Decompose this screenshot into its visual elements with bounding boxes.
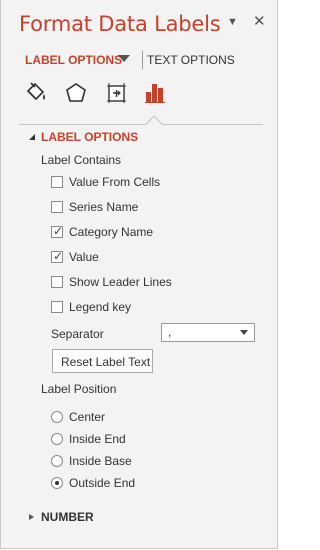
format-data-labels-pane: Format Data Labels ▼ ✕ LABEL OPTIONS TEX…	[0, 0, 278, 549]
checkbox-label: Category Name	[69, 225, 154, 239]
active-tab-pointer	[145, 115, 163, 133]
checkbox-box[interactable]: ✓	[51, 224, 64, 238]
label-position-heading: Label Position	[41, 382, 117, 396]
options-tabs: LABEL OPTIONS TEXT OPTIONS	[1, 50, 279, 72]
tab-dropdown-icon[interactable]	[118, 55, 130, 62]
radio-circle[interactable]	[51, 433, 63, 445]
size-properties-icon[interactable]	[104, 80, 130, 106]
radio-label: Center	[69, 410, 106, 424]
reset-label-text-button[interactable]: Reset Label Text	[52, 349, 153, 373]
radio-label: Inside End	[69, 432, 126, 446]
checkbox-label: Legend key	[69, 300, 132, 314]
icon-tabs-divider	[19, 124, 263, 125]
checkbox-value-from-cells[interactable]: Value From Cells	[51, 175, 261, 193]
pane-title: Format Data Labels	[19, 12, 221, 36]
radio-inside-end[interactable]: Inside End	[51, 432, 261, 450]
checkbox-show-leader-lines[interactable]: Show Leader Lines	[51, 275, 261, 293]
checkbox-series-name[interactable]: Series Name	[51, 200, 261, 218]
close-icon[interactable]: ✕	[253, 12, 266, 30]
icon-tabs	[1, 80, 279, 110]
separator-value: ,	[168, 325, 172, 339]
tab-label-options[interactable]: LABEL OPTIONS	[25, 53, 122, 67]
checkbox-box[interactable]: ✓	[51, 249, 64, 263]
radio-circle[interactable]	[51, 455, 63, 467]
collapse-triangle-icon[interactable]	[28, 133, 36, 141]
section-heading-number[interactable]: NUMBER	[41, 510, 94, 524]
checkbox-label: Value	[69, 250, 99, 264]
expand-triangle-icon[interactable]	[29, 514, 34, 520]
radio-inside-base[interactable]: Inside Base	[51, 454, 261, 472]
label-contains-heading: Label Contains	[41, 153, 122, 167]
radio-circle[interactable]	[51, 477, 63, 489]
radio-selected-dot	[55, 481, 59, 485]
separator-dropdown[interactable]: ,	[161, 323, 255, 342]
effects-icon[interactable]	[63, 80, 89, 106]
radio-outside-end[interactable]: Outside End	[51, 476, 261, 494]
checkbox-value[interactable]: ✓ Value	[51, 249, 261, 268]
radio-center[interactable]: Center	[51, 410, 261, 428]
radio-label: Outside End	[69, 476, 136, 490]
separator-label: Separator	[51, 327, 104, 341]
chevron-down-icon[interactable]	[240, 330, 248, 335]
checkbox-box[interactable]	[51, 301, 63, 313]
reset-button-label: Reset Label Text	[61, 355, 151, 369]
checkbox-label: Series Name	[69, 200, 139, 214]
tab-divider	[142, 51, 143, 69]
checkbox-box[interactable]	[51, 176, 63, 188]
label-options-icon[interactable]	[143, 80, 169, 106]
checkbox-label: Show Leader Lines	[69, 275, 172, 289]
section-heading-label-options[interactable]: LABEL OPTIONS	[41, 130, 138, 144]
radio-circle[interactable]	[51, 411, 63, 423]
checkmark-icon: ✓	[53, 224, 64, 238]
checkbox-box[interactable]	[51, 276, 63, 288]
checkbox-category-name[interactable]: ✓ Category Name	[51, 224, 261, 243]
chevron-down-icon[interactable]: ▼	[227, 16, 238, 28]
checkbox-box[interactable]	[51, 201, 63, 213]
checkmark-icon: ✓	[53, 249, 64, 263]
tab-text-options[interactable]: TEXT OPTIONS	[147, 53, 235, 67]
fill-line-icon[interactable]	[23, 80, 49, 106]
radio-label: Inside Base	[69, 454, 132, 468]
checkbox-label: Value From Cells	[69, 175, 161, 189]
checkbox-legend-key[interactable]: Legend key	[51, 300, 261, 318]
